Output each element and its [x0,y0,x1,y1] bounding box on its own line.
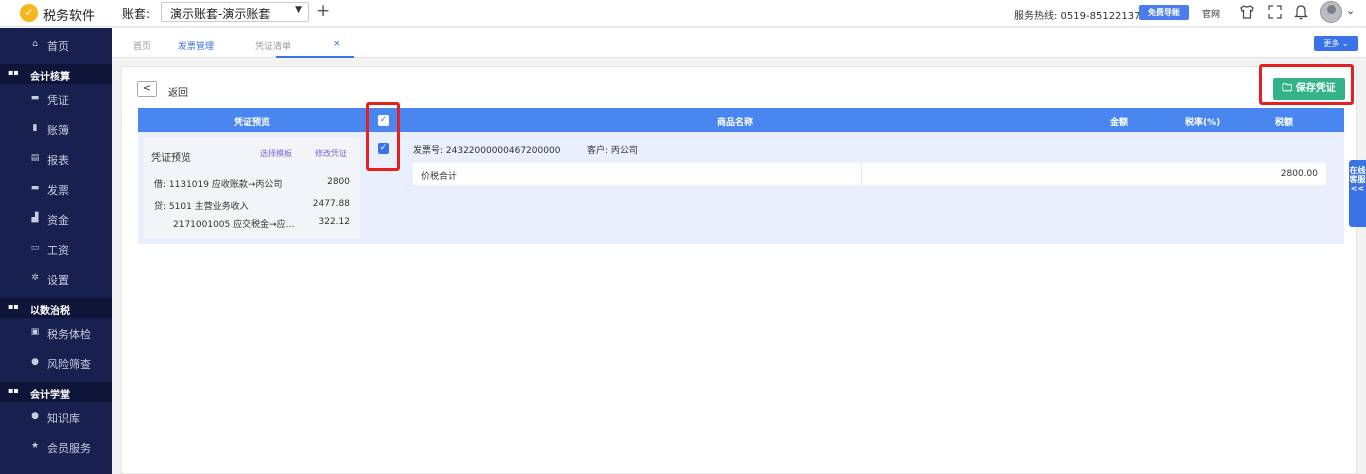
voucher-preview-title: 凭证预览 [151,153,191,164]
total-label: 价税合计 [421,172,458,182]
fund-icon: ▟ [31,213,39,223]
sidebar-item[interactable]: ▬ 凭证 [0,84,112,114]
sidebar-item-label: 发票 [47,184,69,197]
header-voucher-preview: 凭证预览 [234,118,271,128]
gear-icon: ✲ [31,273,39,283]
table-row: 凭证预览 选择模板 修改凭证 借: 1131019 应收账款→丙公司 2800 … [138,132,1344,244]
highlight-box [366,102,400,171]
checkup-icon: ▣ [30,327,40,337]
ledger-icon: ▮ [32,123,38,133]
logo-icon: ✓ [20,4,38,22]
sidebar-section[interactable]: ▪▪ 会计核算 [0,64,112,84]
star-icon: ★ [30,441,40,451]
header-amount: 金额 [1110,118,1129,128]
voucher-line-amount: 322.12 [318,217,351,227]
sidebar-item[interactable]: ▤ 报表 [0,144,112,174]
back-label[interactable]: 返回 [168,84,188,99]
bell-icon[interactable] [1292,2,1310,22]
sidebar-item-label: 设置 [47,274,69,287]
sidebar: ⌂ 首页 ▪▪ 会计核算 ▬ 凭证 ▮ 账簿 ▤ 报表 ▬ 发票 ▟ 资金 ▭ 工资 ✲ 设置 ▪▪ 以数治税 ▣ 税务体… [0,28,112,474]
total-value: 2800.00 [1280,169,1318,179]
avatar[interactable] [1320,1,1342,23]
voucher-line-amount: 2800 [327,177,350,187]
sidebar-item-label: 报表 [47,154,69,167]
tab-bar: 首页 发票管理 × 凭证清单 更多 ⌄ [112,28,1366,58]
salary-icon: ▭ [30,243,40,253]
sidebar-item[interactable]: ✲ 设置 [0,264,112,294]
sidebar-section[interactable]: ▪▪ 以数治税 [0,298,112,318]
home-icon: ⌂ [32,39,38,49]
account-select[interactable]: 演示账套-演示账套 ▼ [161,2,309,22]
invoice-number: 发票号: 24322000000467200000 [413,146,561,156]
sidebar-item-label: 会员服务 [47,442,91,455]
main-content: < 返回 🗀 保存凭证 凭证预览 ✓ 商品名称 金额 税率(%) 税额 凭证预览… [121,64,1357,474]
back-button[interactable]: < [137,81,157,97]
header-tax-amount: 税额 [1275,118,1294,128]
add-account-button[interactable]: + [316,1,330,21]
invoice-icon: ▬ [30,183,40,193]
total-row: 价税合计 2800.00 [413,163,1326,185]
service-hotline: 服务热线: 0519-85122137 [1014,11,1141,22]
sidebar-item[interactable]: ▟ 资金 [0,204,112,234]
sidebar-item-label: 资金 [47,214,69,227]
account-select-value: 演示账套-演示账套 [170,7,271,21]
grid-icon: ▪▪ [8,302,19,311]
voucher-line-text: 借: 1131019 应收账款→丙公司 [154,180,283,190]
online-service-tab[interactable]: 在线客服<< [1349,160,1366,227]
account-label: 账套: [122,7,151,21]
sidebar-item[interactable]: ★ 会员服务 [0,432,112,462]
sidebar-item-label: 会计核算 [30,72,70,83]
caret-down-icon: ▼ [295,5,302,15]
sidebar-item[interactable]: ▭ 工资 [0,234,112,264]
sidebar-item-label: 以数治税 [30,306,70,317]
voucher-line-text: 2171001005 应交税金→应... [173,220,295,230]
select-template-link[interactable]: 选择模板 [260,148,292,159]
chevron-down-icon[interactable]: ⌄ [1346,4,1355,17]
voucher-preview-card: 凭证预览 选择模板 修改凭证 借: 1131019 应收账款→丙公司 2800 … [144,138,360,238]
modify-voucher-link[interactable]: 修改凭证 [315,148,347,159]
risk-icon: ● [31,357,39,367]
sidebar-item-label: 风险筛查 [47,358,91,371]
sidebar-item-label: 工资 [47,244,69,257]
more-button[interactable]: 更多 ⌄ [1314,36,1358,51]
sidebar-item[interactable]: ● 风险筛查 [0,348,112,378]
grid-icon: ▪▪ [8,386,19,395]
close-icon[interactable]: × [333,39,341,49]
divider [861,163,862,185]
header-product-name: 商品名称 [717,118,754,128]
sidebar-item-label: 会计学堂 [30,390,70,401]
app-name: 税务软件 [43,9,96,24]
sidebar-item[interactable]: ● 知识库 [0,402,112,432]
sidebar-item[interactable]: ▣ 税务体检 [0,318,112,348]
table-header: 凭证预览 ✓ 商品名称 金额 税率(%) 税额 [138,108,1344,132]
location-icon: ● [31,411,39,421]
sidebar-item[interactable]: ▮ 账簿 [0,114,112,144]
voucher-icon: ▬ [30,93,40,103]
active-tab-indicator [276,56,354,58]
sidebar-item[interactable]: ▬ 发票 [0,174,112,204]
header-tax-rate: 税率(%) [1185,118,1221,128]
tab-voucher-list[interactable]: 凭证清单 [255,39,291,52]
sidebar-section[interactable]: ▪▪ 会计学堂 [0,382,112,402]
sidebar-item-label: 税务体检 [47,328,91,341]
top-bar: ✓ 税务软件 账套: 演示账套-演示账套 ▼ + 服务热线: 0519-8512… [0,0,1366,27]
sidebar-item-label: 首页 [47,40,69,53]
voucher-line-text: 贷: 5101 主营业务收入 [154,202,249,212]
tab-home[interactable]: 首页 [133,39,151,52]
sidebar-item-label: 凭证 [47,94,69,107]
report-icon: ▤ [30,153,40,163]
tab-invoice-management[interactable]: 发票管理 [178,39,214,52]
shirt-icon[interactable] [1238,2,1256,22]
grid-icon: ▪▪ [8,68,19,77]
official-site-link[interactable]: 官网 [1202,7,1220,20]
sidebar-item[interactable]: ⌂ 首页 [0,30,112,60]
voucher-line-amount: 2477.88 [312,199,350,209]
fullscreen-icon[interactable] [1266,2,1284,22]
sidebar-item-label: 知识库 [47,412,80,425]
sidebar-item-label: 账簿 [47,124,69,137]
free-guide-button[interactable]: 免费导账 [1139,5,1189,20]
customer-name: 客户: 丙公司 [587,146,638,156]
highlight-box [1259,64,1354,105]
